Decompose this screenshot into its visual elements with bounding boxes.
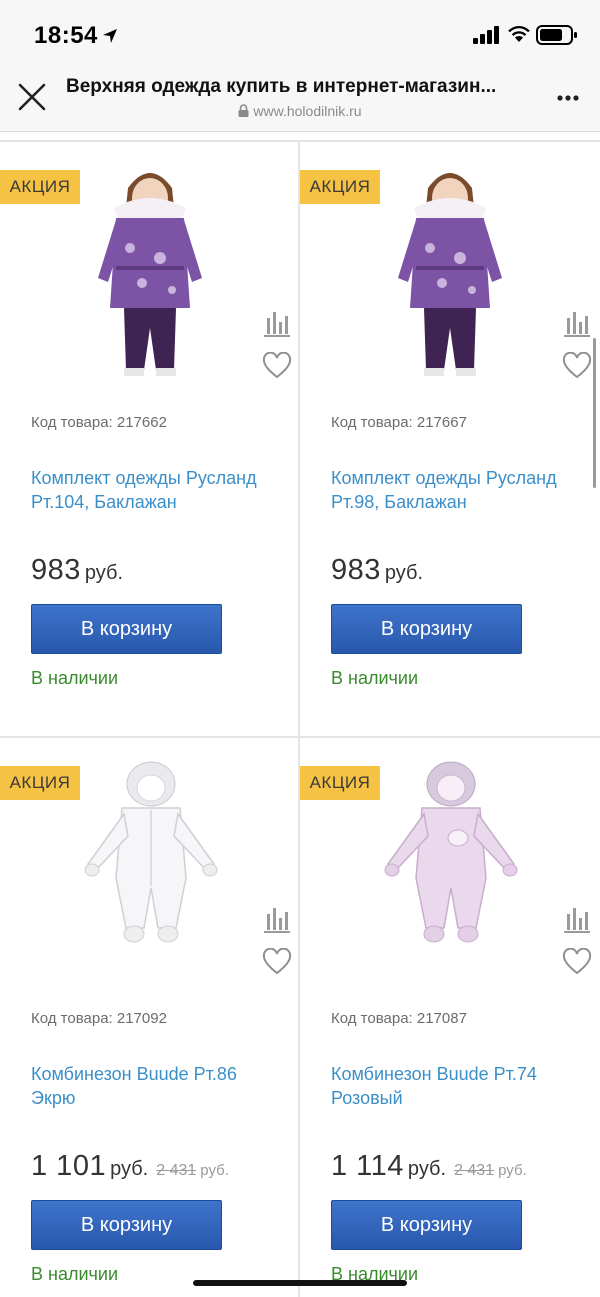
product-card: АКЦИЯ Код товара: 217662 Комплект одежды… (0, 142, 298, 738)
price-row: 1 114 руб. 2 431 руб. (331, 1150, 527, 1183)
heart-icon[interactable] (562, 948, 592, 976)
currency: руб. (384, 562, 424, 584)
heart-icon[interactable] (262, 948, 292, 976)
wifi-icon (508, 26, 530, 42)
add-to-cart-button[interactable]: В корзину (31, 604, 222, 654)
add-to-cart-button[interactable]: В корзину (331, 604, 522, 654)
old-currency: руб. (200, 1162, 229, 1179)
stock-status: В наличии (31, 668, 119, 688)
old-currency: руб. (498, 1162, 527, 1179)
product-grid: АКЦИЯ Код товара: 217662 Комплект одежды… (0, 132, 600, 1297)
product-image-white-snowsuit[interactable] (78, 758, 224, 968)
heart-icon[interactable] (562, 352, 592, 380)
product-card: АКЦИЯ Код товара: 217087 Комбинезон Buud… (300, 738, 598, 1297)
product-sku: Код товара: 217662 (31, 414, 167, 431)
sale-badge: АКЦИЯ (300, 766, 380, 800)
compare-icon[interactable] (264, 310, 290, 338)
url-bar[interactable]: www.holodilnik.ru (0, 103, 600, 119)
product-image-purple-jacket-set[interactable] (380, 158, 520, 390)
compare-icon[interactable] (564, 310, 590, 338)
location-arrow-icon (103, 29, 117, 43)
home-indicator[interactable] (193, 1280, 407, 1286)
page-title: Верхняя одежда купить в интернет-магазин… (66, 76, 497, 97)
status-bar: 18:54 (0, 0, 600, 66)
product-name-link[interactable]: Комбинезон Buude Рт.86 Экрю (31, 1062, 281, 1110)
sale-badge: АКЦИЯ (300, 170, 380, 204)
add-to-cart-button[interactable]: В корзину (31, 1200, 222, 1250)
price-row: 983 руб. (31, 554, 123, 587)
product-name-link[interactable]: Комплект одежды Русланд Рт.98, Баклажан (331, 466, 581, 514)
product-sku: Код товара: 217092 (31, 1010, 167, 1027)
product-sku: Код товара: 217667 (331, 414, 467, 431)
signal-icon (473, 26, 499, 44)
stock-status: В наличии (331, 668, 419, 688)
old-price: 2 431 (454, 1162, 495, 1179)
product-name-link[interactable]: Комплект одежды Русланд Рт.104, Баклажан (31, 466, 281, 514)
product-card: АКЦИЯ Код товара: 217667 Комплект одежды… (300, 142, 598, 738)
more-icon[interactable] (556, 94, 580, 102)
heart-icon[interactable] (262, 352, 292, 380)
currency: руб. (407, 1158, 447, 1180)
old-price: 2 431 (156, 1162, 197, 1179)
product-name-link[interactable]: Комбинезон Buude Рт.74 Розовый (331, 1062, 581, 1110)
price: 1 114 (331, 1150, 404, 1182)
sale-badge: АКЦИЯ (0, 170, 80, 204)
product-image-purple-jacket-set[interactable] (80, 158, 220, 390)
url-text: www.holodilnik.ru (253, 103, 362, 119)
compare-icon[interactable] (264, 906, 290, 934)
product-image-pink-snowsuit[interactable] (378, 758, 524, 968)
browser-header: Верхняя одежда купить в интернет-магазин… (0, 66, 600, 132)
price: 1 101 (31, 1150, 107, 1182)
price-row: 983 руб. (331, 554, 423, 587)
add-to-cart-button[interactable]: В корзину (331, 1200, 522, 1250)
price: 983 (31, 554, 81, 586)
scroll-indicator[interactable] (593, 338, 596, 488)
status-time: 18:54 (34, 22, 98, 49)
sale-badge: АКЦИЯ (0, 766, 80, 800)
product-sku: Код товара: 217087 (331, 1010, 467, 1027)
price: 983 (331, 554, 381, 586)
battery-icon (536, 25, 577, 45)
price-row: 1 101 руб. 2 431 руб. (31, 1150, 229, 1183)
lock-icon (238, 104, 249, 117)
currency: руб. (110, 1158, 149, 1180)
product-card: АКЦИЯ Код товара: 217092 Комбинезон Buud… (0, 738, 298, 1297)
stock-status: В наличии (31, 1264, 119, 1284)
currency: руб. (84, 562, 124, 584)
compare-icon[interactable] (564, 906, 590, 934)
